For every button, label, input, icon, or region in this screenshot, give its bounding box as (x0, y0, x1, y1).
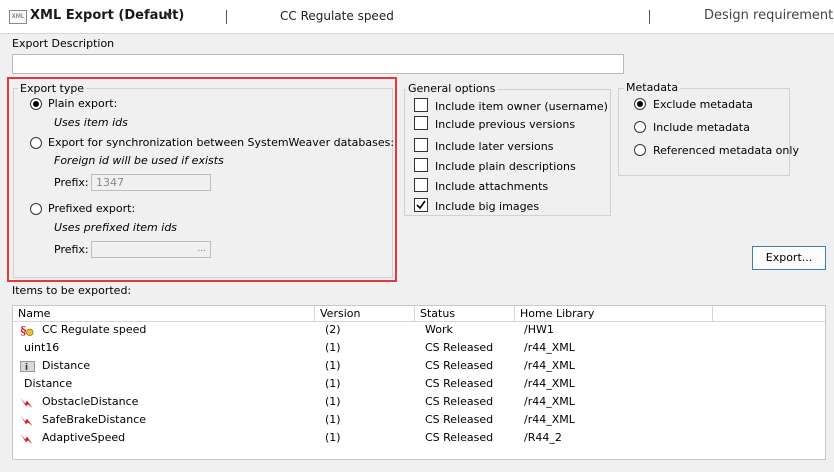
include-attachments-checkbox[interactable] (414, 178, 428, 192)
sync-export-radio[interactable] (30, 137, 42, 149)
cell-status: CS Released (425, 341, 494, 354)
include-big-images-checkbox[interactable] (414, 198, 428, 212)
include-big-images-label[interactable]: Include big images (435, 200, 539, 213)
include-item-owner-label[interactable]: Include item owner (username) (435, 100, 608, 113)
table-row[interactable]: uint16 (1) CS Released /r44_XML (13, 339, 825, 357)
cell-version: (2) (325, 323, 341, 336)
cell-name: ObstacleDistance (42, 395, 139, 408)
sync-export-label[interactable]: Export for synchronization between Syste… (48, 136, 394, 149)
plain-export-radio[interactable] (30, 98, 42, 110)
cell-version: (1) (325, 395, 341, 408)
cell-version: (1) (325, 413, 341, 426)
header-bar: XML XML Export (Default) ▼ CC Regulate s… (0, 0, 834, 34)
export-button[interactable]: Export... (752, 246, 826, 270)
cell-name: SafeBrakeDistance (42, 413, 147, 426)
cell-library: /r44_XML (524, 341, 575, 354)
cell-version: (1) (325, 377, 341, 390)
items-to-export-label: Items to be exported: (12, 284, 132, 297)
prefixed-export-hint: Uses prefixed item ids (54, 221, 178, 234)
sync-export-hint: Foreign id will be used if exists (54, 154, 224, 167)
cell-library: /R44_2 (524, 431, 562, 444)
exclude-metadata-label[interactable]: Exclude metadata (653, 98, 753, 111)
cell-status: CS Released (425, 359, 494, 372)
items-table[interactable]: Name Version Status Home Library § CC Re… (12, 305, 826, 460)
column-header-filler (713, 306, 825, 322)
export-description-label: Export Description (12, 37, 115, 50)
header-divider (649, 10, 650, 24)
cell-library: /r44_XML (524, 377, 575, 390)
item-name: CC Regulate speed (280, 9, 394, 23)
cell-status: Work (425, 323, 453, 336)
general-options-legend: General options (406, 82, 498, 95)
include-later-versions-label[interactable]: Include later versions (435, 140, 553, 153)
include-plain-descriptions-label[interactable]: Include plain descriptions (435, 160, 576, 173)
cell-library: /r44_XML (524, 413, 575, 426)
table-row[interactable]: § CC Regulate speed (2) Work /HW1 (13, 321, 825, 339)
referenced-metadata-radio[interactable] (634, 144, 646, 156)
cell-version: (1) (325, 431, 341, 444)
column-header-version[interactable]: Version (315, 306, 415, 322)
column-header-home-library[interactable]: Home Library (515, 306, 713, 322)
prefixed-export-label[interactable]: Prefixed export: (48, 202, 135, 215)
cell-library: /HW1 (524, 323, 554, 336)
include-previous-versions-label[interactable]: Include previous versions (435, 118, 575, 131)
prefixed-prefix-label: Prefix: (54, 243, 89, 256)
cell-status: CS Released (425, 431, 494, 444)
export-type-legend: Export type (18, 82, 87, 95)
column-header-status[interactable]: Status (415, 306, 515, 322)
include-later-versions-checkbox[interactable] (414, 138, 428, 152)
prefixed-export-radio[interactable] (30, 203, 42, 215)
export-profile-title[interactable]: XML Export (Default) (30, 8, 184, 23)
header-divider (226, 10, 227, 24)
cell-version: (1) (325, 341, 341, 354)
plain-export-hint: Uses item ids (54, 116, 128, 129)
prefixed-prefix-input[interactable]: ... (91, 241, 211, 258)
checkmark-icon (416, 200, 426, 210)
svg-text:§: § (21, 324, 27, 337)
cell-status: CS Released (425, 395, 494, 408)
table-row[interactable]: i Distance (1) CS Released /r44_XML (13, 357, 825, 375)
cell-name: AdaptiveSpeed (42, 431, 126, 444)
cell-library: /r44_XML (524, 395, 575, 408)
ellipsis-icon[interactable]: ... (197, 242, 206, 257)
requirement-section-icon: § (21, 324, 34, 337)
signal-icon (20, 433, 33, 445)
exclude-metadata-radio[interactable] (634, 98, 646, 110)
item-type: Design requirement (704, 8, 834, 23)
include-plain-descriptions-checkbox[interactable] (414, 158, 428, 172)
cell-name: Distance (42, 359, 91, 372)
sync-prefix-input[interactable]: 1347 (91, 174, 211, 191)
include-metadata-label[interactable]: Include metadata (653, 121, 750, 134)
sync-prefix-label: Prefix: (54, 176, 89, 189)
cell-status: CS Released (425, 413, 494, 426)
table-row[interactable]: ObstacleDistance (1) CS Released /r44_XM… (13, 393, 825, 411)
include-attachments-label[interactable]: Include attachments (435, 180, 548, 193)
cell-name: uint16 (24, 341, 60, 354)
info-icon: i (20, 361, 35, 373)
cell-name: Distance (24, 377, 73, 390)
table-row[interactable]: SafeBrakeDistance (1) CS Released /r44_X… (13, 411, 825, 429)
cell-status: CS Released (425, 377, 494, 390)
signal-icon (20, 415, 33, 427)
export-description-input[interactable] (12, 54, 624, 74)
table-row[interactable]: AdaptiveSpeed (1) CS Released /R44_2 (13, 429, 825, 447)
plain-export-label[interactable]: Plain export: (48, 97, 117, 110)
signal-icon (20, 397, 33, 409)
chevron-down-icon[interactable]: ▼ (166, 11, 172, 20)
metadata-legend: Metadata (624, 81, 681, 94)
referenced-metadata-label[interactable]: Referenced metadata only (653, 144, 799, 157)
cell-library: /r44_XML (524, 359, 575, 372)
cell-version: (1) (325, 359, 341, 372)
include-metadata-radio[interactable] (634, 121, 646, 133)
table-row[interactable]: Distance (1) CS Released /r44_XML (13, 375, 825, 393)
cell-name: CC Regulate speed (42, 323, 147, 336)
include-item-owner-checkbox[interactable] (414, 98, 428, 112)
xml-file-icon: XML (9, 10, 27, 24)
column-header-name[interactable]: Name (13, 306, 315, 322)
include-previous-versions-checkbox[interactable] (414, 116, 428, 130)
svg-text:i: i (25, 363, 28, 373)
